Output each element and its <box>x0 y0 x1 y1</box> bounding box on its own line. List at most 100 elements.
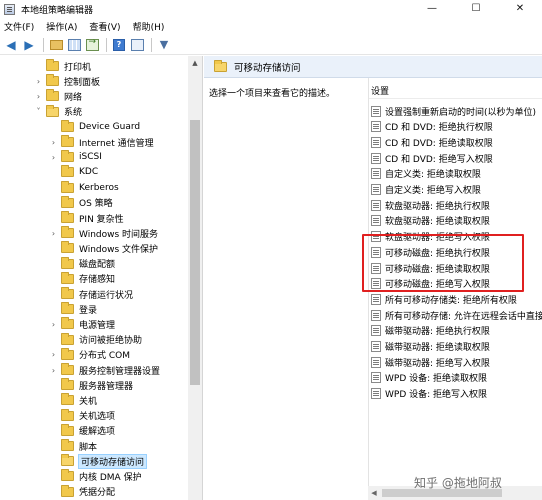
folder-icon <box>61 150 74 163</box>
chevron-right-icon[interactable]: › <box>49 350 58 359</box>
tree-scrollbar[interactable]: ▲ <box>188 56 202 500</box>
folder-icon <box>61 332 74 345</box>
watermark: 知乎 @拖地阿叔 <box>414 476 502 490</box>
tree-item[interactable]: 内核 DMA 保护 <box>49 468 142 484</box>
setting-row[interactable]: 磁带驱动器: 拒绝执行权限 <box>371 324 490 338</box>
setting-row[interactable]: 软盘驱动器: 拒绝执行权限 <box>371 198 490 212</box>
tree-item[interactable]: › Internet 通信管理 <box>49 134 154 150</box>
tree-item[interactable]: › iSCSI <box>49 149 102 165</box>
policy-setting-icon <box>371 199 381 211</box>
tree-item[interactable]: 访问被拒绝协助 <box>49 332 142 348</box>
tree-item[interactable]: 可移动存储访问 <box>49 453 148 469</box>
setting-label: 磁带驱动器: 拒绝写入权限 <box>385 358 490 369</box>
details-header: 可移动存储访问 <box>204 56 542 78</box>
setting-row[interactable]: WPD 设备: 拒绝写入权限 <box>371 387 487 401</box>
menu-help[interactable]: 帮助(H) <box>133 20 165 33</box>
navigation-tree: 打印机 › 控制面板 › 网络 ˅ 系统 Device Guard › Internet 通信管理… <box>0 56 203 500</box>
chevron-right-icon[interactable]: › <box>49 138 58 147</box>
tree-item-label: 分布式 COM <box>79 351 130 362</box>
setting-label: 磁带驱动器: 拒绝读取权限 <box>385 343 490 353</box>
tree-item[interactable]: PIN 复杂性 <box>49 210 124 226</box>
scroll-left-icon[interactable]: ◀ <box>368 486 380 500</box>
setting-row[interactable]: 所有可移动存储: 允许在远程会话中直接 <box>371 308 542 322</box>
tree-item[interactable]: 存储感知 <box>49 271 115 287</box>
setting-row[interactable]: CD 和 DVD: 拒绝执行权限 <box>371 120 493 134</box>
scroll-up-icon[interactable]: ▲ <box>188 56 202 70</box>
policy-setting-icon <box>371 309 381 321</box>
setting-label: CD 和 DVD: 拒绝读取权限 <box>385 138 493 149</box>
window-title: 本地组策略编辑器 <box>21 5 94 16</box>
tree-item-label: 访问被拒绝协助 <box>79 336 143 347</box>
setting-label: 软盘驱动器: 拒绝执行权限 <box>385 201 490 212</box>
tree-scroll-thumb[interactable] <box>190 120 200 385</box>
tree-item-label: OS 策略 <box>79 199 113 210</box>
tree-item[interactable]: 打印机 <box>34 58 91 74</box>
description-text: 选择一个项目来查看它的描述。 <box>209 89 336 99</box>
chevron-right-icon[interactable]: › <box>49 366 58 375</box>
setting-row[interactable]: 软盘驱动器: 拒绝读取权限 <box>371 214 490 228</box>
setting-row[interactable]: 设置强制重新启动的时间(以秒为单位) <box>371 104 536 118</box>
tree-item[interactable]: 脚本 <box>49 438 97 454</box>
setting-row[interactable]: 磁带驱动器: 拒绝读取权限 <box>371 340 490 354</box>
maximize-button[interactable]: ☐ <box>454 0 498 18</box>
setting-row[interactable]: CD 和 DVD: 拒绝读取权限 <box>371 135 493 149</box>
tree-item[interactable]: 服务器管理器 <box>49 377 133 393</box>
tree-item[interactable]: 关机 <box>49 392 97 408</box>
tree-item[interactable]: OS 策略 <box>49 195 113 211</box>
minimize-button[interactable]: — <box>410 0 454 18</box>
tree-item[interactable]: › 分布式 COM <box>49 347 130 363</box>
tree-item[interactable]: › 服务控制管理器设置 <box>49 362 160 378</box>
tree-item-label: 电源管理 <box>79 320 116 331</box>
chevron-right-icon[interactable]: › <box>34 92 43 101</box>
forward-arrow-icon[interactable]: ▶ <box>21 37 37 53</box>
chevron-down-icon[interactable]: ˅ <box>34 107 43 116</box>
folder-icon <box>46 89 59 102</box>
policy-setting-icon <box>371 152 381 164</box>
tree-item[interactable]: 缓解选项 <box>49 423 115 439</box>
menu-view[interactable]: 查看(V) <box>89 20 120 33</box>
close-button[interactable]: ✕ <box>498 0 542 18</box>
tree-item[interactable]: 登录 <box>49 301 97 317</box>
chevron-right-icon[interactable]: › <box>49 229 58 238</box>
policy-setting-icon <box>371 184 381 195</box>
help-icon[interactable]: ? <box>111 37 127 53</box>
setting-label: 软盘驱动器: 拒绝读取权限 <box>385 217 490 228</box>
setting-row[interactable]: 磁带驱动器: 拒绝写入权限 <box>371 355 490 369</box>
tree-item[interactable]: KDC <box>49 164 98 180</box>
chevron-right-icon[interactable]: › <box>49 320 58 329</box>
chevron-right-icon[interactable]: › <box>49 153 58 162</box>
filter-icon[interactable]: ▼ <box>156 37 172 53</box>
tree-item[interactable]: › 电源管理 <box>49 316 115 332</box>
up-folder-icon[interactable] <box>48 37 64 53</box>
policy-setting-icon <box>371 341 381 352</box>
tree-item[interactable]: 磁盘配额 <box>49 256 115 272</box>
menu-file[interactable]: 文件(F) <box>4 20 34 33</box>
tree-item[interactable]: › 网络 <box>34 88 82 104</box>
setting-row[interactable]: 自定义类: 拒绝读取权限 <box>371 167 481 181</box>
back-arrow-icon[interactable]: ◀ <box>3 37 19 53</box>
tree-item[interactable]: Kerberos <box>49 180 119 196</box>
export-list-icon[interactable] <box>84 37 100 53</box>
tree-item[interactable]: › Windows 时间服务 <box>49 225 158 241</box>
folder-icon <box>61 119 74 132</box>
tree-item[interactable]: 存储运行状况 <box>49 286 133 302</box>
setting-row[interactable]: WPD 设备: 拒绝读取权限 <box>371 371 487 385</box>
menu-action[interactable]: 操作(A) <box>46 20 77 33</box>
tree-item[interactable]: Windows 文件保护 <box>49 240 158 256</box>
setting-row[interactable]: CD 和 DVD: 拒绝写入权限 <box>371 151 493 165</box>
tree-item[interactable]: ˅ 系统 <box>34 104 82 120</box>
show-hide-tree-icon[interactable] <box>66 37 82 53</box>
setting-label: CD 和 DVD: 拒绝执行权限 <box>385 123 493 134</box>
setting-row[interactable]: 自定义类: 拒绝写入权限 <box>371 183 481 197</box>
settings-column-header[interactable]: 设置 <box>371 84 389 97</box>
setting-row[interactable]: 所有可移动存储类: 拒绝所有权限 <box>371 292 517 306</box>
view-icon[interactable] <box>129 37 145 53</box>
tree-item-label: 服务器管理器 <box>79 381 134 392</box>
tree-item[interactable]: › 控制面板 <box>34 73 100 89</box>
tree-item[interactable]: Device Guard <box>49 119 140 135</box>
policy-setting-icon <box>371 168 381 180</box>
tree-item-label: 缓解选项 <box>79 427 116 438</box>
tree-item[interactable]: 凭据分配 <box>49 484 115 500</box>
chevron-right-icon[interactable]: › <box>34 77 43 86</box>
tree-item[interactable]: 关机选项 <box>49 408 115 424</box>
